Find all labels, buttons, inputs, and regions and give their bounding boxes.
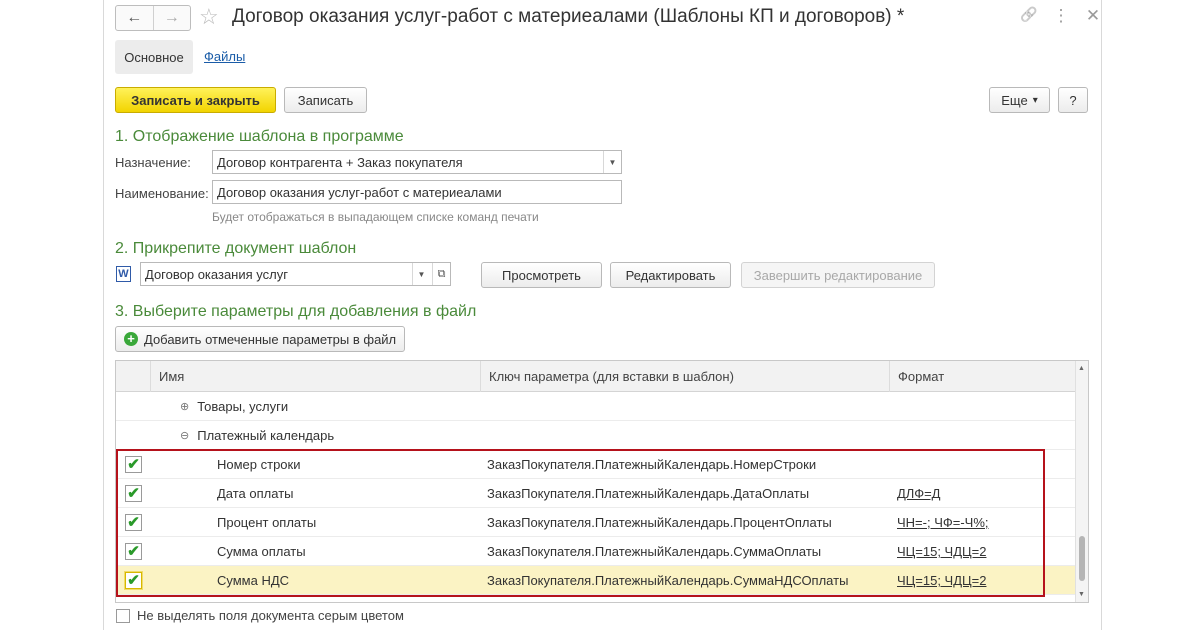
favorite-star-icon[interactable]: ☆ bbox=[199, 5, 219, 29]
add-params-label: Добавить отмеченные параметры в файл bbox=[144, 331, 397, 347]
close-icon[interactable]: ✕ bbox=[1084, 6, 1102, 26]
template-select[interactable]: Договор оказания услуг ▼ ⧉ bbox=[140, 262, 451, 286]
forward-arrow-icon[interactable]: → bbox=[152, 6, 191, 30]
window-right-border bbox=[1101, 0, 1102, 630]
gray-fields-label: Не выделять поля документа серым цветом bbox=[137, 608, 404, 623]
group-name: Товары, услуги bbox=[197, 399, 289, 414]
tab-files[interactable]: Файлы bbox=[204, 49, 245, 64]
table-row[interactable]: ✔ Процент оплаты ЗаказПокупателя.Платежн… bbox=[116, 508, 1075, 537]
back-arrow-icon[interactable]: ← bbox=[116, 6, 153, 30]
table-header: Имя Ключ параметра (для вставки в шаблон… bbox=[116, 361, 1075, 392]
save-button[interactable]: Записать bbox=[284, 87, 367, 113]
params-table: Имя Ключ параметра (для вставки в шаблон… bbox=[115, 360, 1089, 603]
window-controls: 🔗 ⋮ ✕ bbox=[1020, 6, 1102, 26]
dropdown-arrow-icon[interactable]: ▼ bbox=[603, 151, 621, 173]
section-3-title: 3. Выберите параметры для добавления в ф… bbox=[115, 303, 477, 320]
table-row-selected[interactable]: ✔ Сумма НДС ЗаказПокупателя.ПлатежныйКал… bbox=[116, 566, 1075, 595]
header-check-column bbox=[116, 361, 150, 392]
collapse-icon[interactable]: ⊖ bbox=[180, 429, 189, 442]
group-name: Платежный календарь bbox=[197, 428, 335, 443]
row-key: ЗаказПокупателя.ПлатежныйКалендарь.Проце… bbox=[487, 515, 832, 530]
purpose-value: Договор контрагента + Заказ покупателя bbox=[217, 154, 463, 170]
more-vertical-icon[interactable]: ⋮ bbox=[1052, 6, 1070, 26]
table-scrollbar[interactable]: ▲ ▼ bbox=[1075, 361, 1088, 602]
dropdown-arrow-icon[interactable]: ▼ bbox=[412, 263, 430, 285]
row-name: Сумма оплаты bbox=[217, 544, 306, 559]
row-checkbox[interactable]: ✔ bbox=[125, 514, 142, 531]
row-name: Процент оплаты bbox=[217, 515, 317, 530]
table-row[interactable]: ✔ Номер строки ЗаказПокупателя.Платежный… bbox=[116, 450, 1075, 479]
name-label: Наименование: bbox=[115, 186, 209, 201]
help-button[interactable]: ? bbox=[1058, 87, 1088, 113]
row-checkbox[interactable]: ✔ bbox=[125, 572, 142, 589]
row-name: Номер строки bbox=[217, 457, 301, 472]
row-checkbox[interactable]: ✔ bbox=[125, 543, 142, 560]
add-circle-icon: + bbox=[124, 332, 138, 346]
chevron-down-icon: ▾ bbox=[1032, 94, 1038, 106]
row-key: ЗаказПокупателя.ПлатежныйКалендарь.Номер… bbox=[487, 457, 817, 472]
scrollbar-thumb[interactable] bbox=[1079, 536, 1085, 581]
purpose-label: Назначение: bbox=[115, 155, 191, 170]
name-input[interactable]: Договор оказания услуг-работ с материеал… bbox=[212, 180, 622, 204]
row-format[interactable]: ЧЦ=15; ЧДЦ=2 bbox=[897, 566, 986, 595]
nav-buttons: ← → bbox=[115, 5, 191, 31]
template-value: Договор оказания услуг bbox=[145, 266, 288, 282]
header-key[interactable]: Ключ параметра (для вставки в шаблон) bbox=[480, 361, 889, 392]
link-icon[interactable]: 🔗 bbox=[1020, 6, 1038, 26]
save-and-close-button[interactable]: Записать и закрыть bbox=[115, 87, 276, 113]
name-hint: Будет отображаться в выпадающем списке к… bbox=[212, 210, 539, 224]
group-row-goods[interactable]: ⊕ Товары, услуги bbox=[116, 392, 1075, 421]
table-row[interactable]: ✔ Сумма оплаты ЗаказПокупателя.Платежный… bbox=[116, 537, 1075, 566]
purpose-select[interactable]: Договор контрагента + Заказ покупателя ▼ bbox=[212, 150, 622, 174]
view-button[interactable]: Просмотреть bbox=[481, 262, 602, 288]
table-row[interactable]: ✔ Дата оплаты ЗаказПокупателя.ПлатежныйК… bbox=[116, 479, 1075, 508]
tab-main[interactable]: Основное bbox=[115, 40, 193, 74]
row-key: ЗаказПокупателя.ПлатежныйКалендарь.Сумма… bbox=[487, 544, 822, 559]
row-name: Дата оплаты bbox=[217, 486, 294, 501]
section-2-title: 2. Прикрепите документ шаблон bbox=[115, 240, 357, 257]
row-checkbox[interactable]: ✔ bbox=[125, 485, 142, 502]
word-document-icon: W bbox=[116, 266, 131, 282]
window-left-border bbox=[103, 0, 104, 630]
row-key: ЗаказПокупателя.ПлатежныйКалендарь.Сумма… bbox=[487, 573, 849, 588]
header-format[interactable]: Формат bbox=[889, 361, 1075, 392]
scroll-down-icon[interactable]: ▼ bbox=[1078, 591, 1085, 598]
open-icon[interactable]: ⧉ bbox=[432, 263, 450, 285]
edit-button[interactable]: Редактировать bbox=[610, 262, 731, 288]
window-title: Договор оказания услуг-работ с материеал… bbox=[232, 6, 905, 27]
row-name: Сумма НДС bbox=[217, 573, 290, 588]
row-checkbox[interactable]: ✔ bbox=[125, 456, 142, 473]
scroll-up-icon[interactable]: ▲ bbox=[1078, 365, 1085, 372]
more-label: Еще bbox=[1001, 92, 1028, 108]
row-key: ЗаказПокупателя.ПлатежныйКалендарь.ДатаО… bbox=[487, 486, 810, 501]
header-name[interactable]: Имя bbox=[150, 361, 480, 392]
add-params-button[interactable]: + Добавить отмеченные параметры в файл bbox=[115, 326, 405, 352]
row-format[interactable]: ЧЦ=15; ЧДЦ=2 bbox=[897, 537, 986, 566]
expand-icon[interactable]: ⊕ bbox=[180, 400, 189, 413]
row-format[interactable]: ЧН=-; ЧФ=-Ч%; bbox=[897, 508, 989, 537]
section-1-title: 1. Отображение шаблона в программе bbox=[115, 128, 404, 145]
gray-fields-checkbox[interactable] bbox=[116, 609, 130, 623]
more-button[interactable]: Еще ▾ bbox=[989, 87, 1050, 113]
group-row-payment-calendar[interactable]: ⊖ Платежный календарь bbox=[116, 421, 1075, 450]
finish-editing-button: Завершить редактирование bbox=[741, 262, 935, 288]
row-format[interactable]: ДЛФ=Д bbox=[897, 479, 940, 508]
